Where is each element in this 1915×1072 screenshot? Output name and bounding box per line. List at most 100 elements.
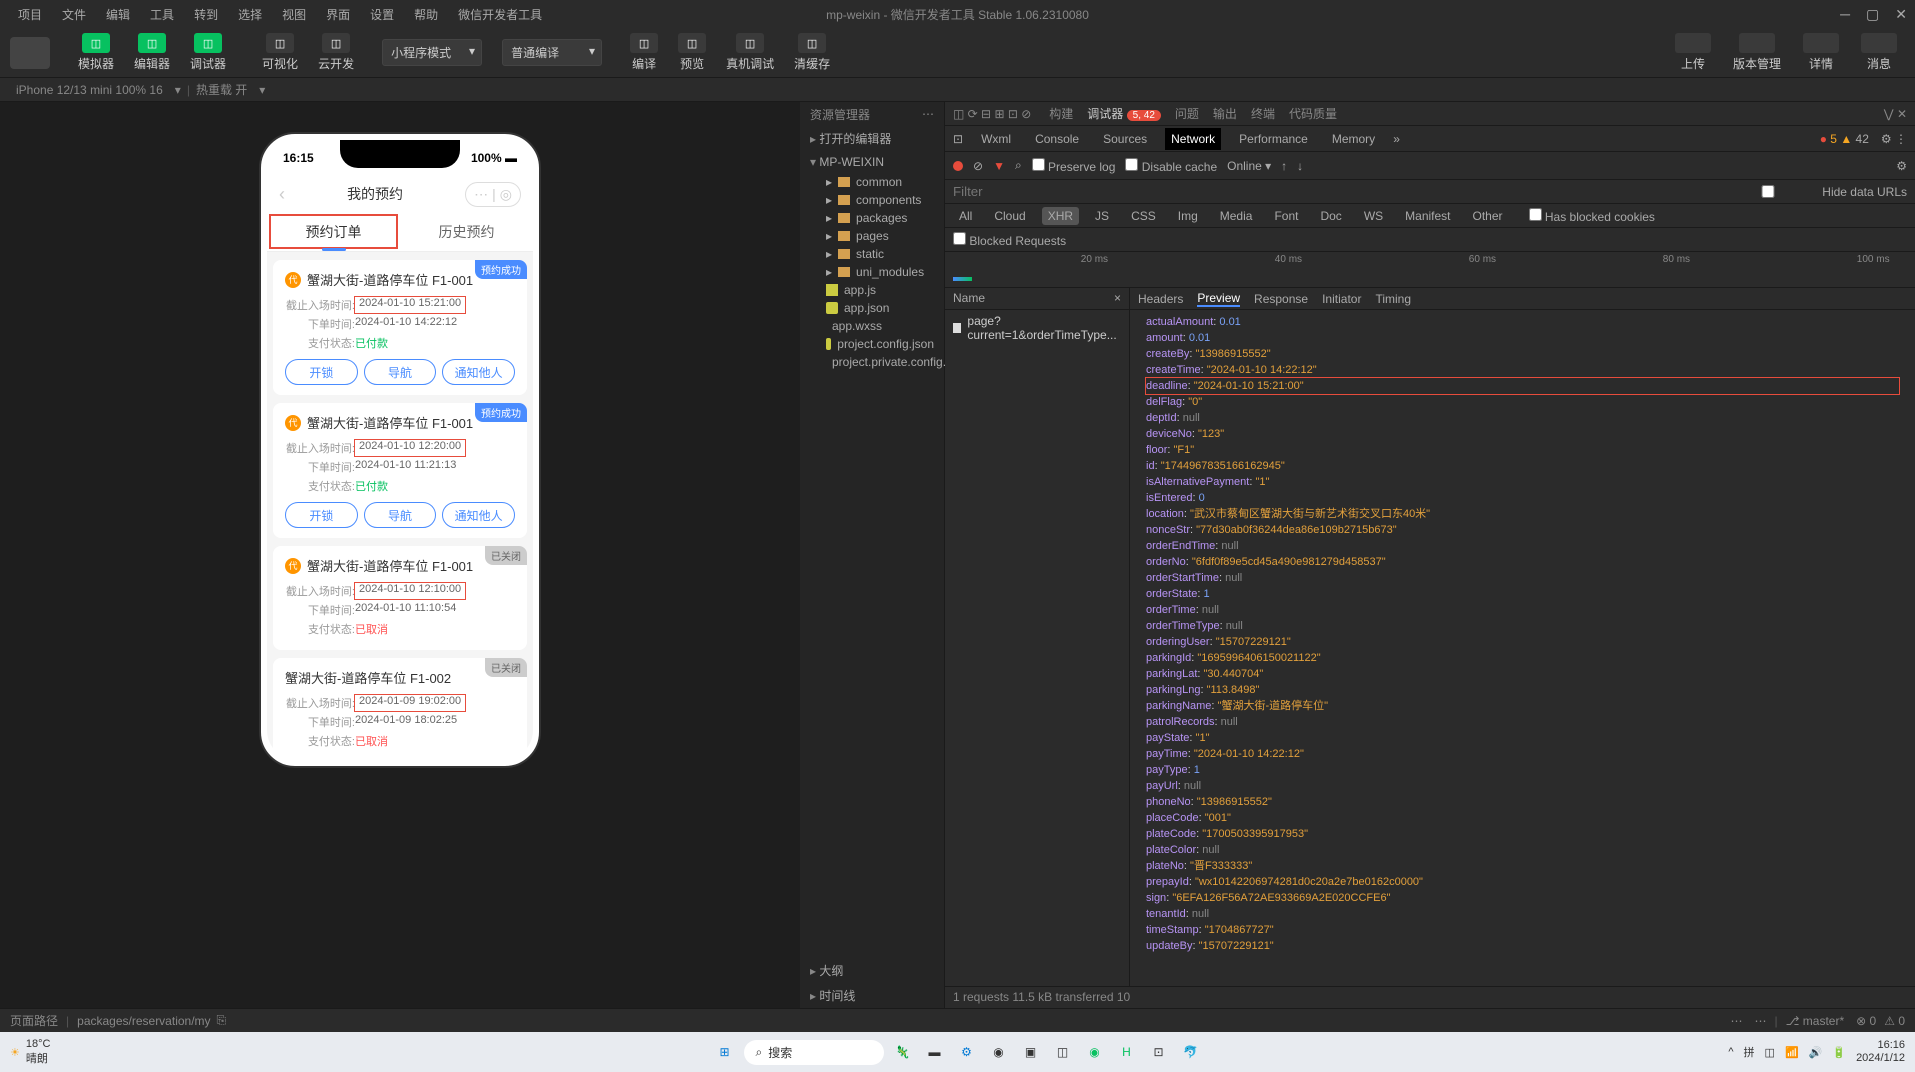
tool-button[interactable]: ◫真机调试	[718, 30, 782, 75]
taskbar-app-4[interactable]: ▣	[1018, 1039, 1044, 1065]
folder-node[interactable]: ▸ components	[806, 191, 944, 209]
tool-button[interactable]: ◫编辑器	[126, 30, 178, 75]
network-timeline[interactable]: 20 ms40 ms60 ms80 ms100 ms	[945, 252, 1915, 288]
menu-item[interactable]: 选择	[228, 2, 272, 27]
taskbar-app-1[interactable]: 🦎	[890, 1039, 916, 1065]
tool-button[interactable]: ◫云开发	[310, 30, 362, 75]
filter-icon[interactable]: ▼	[993, 159, 1005, 173]
json-field[interactable]: actualAmount: 0.01	[1146, 314, 1899, 330]
detail-tab[interactable]: Response	[1254, 292, 1308, 306]
json-field[interactable]: plateCode: "1700503395917953"	[1146, 826, 1899, 842]
json-field[interactable]: parkingId: "1695996406150021122"	[1146, 650, 1899, 666]
filter-type[interactable]: Img	[1172, 207, 1204, 225]
json-field[interactable]: tenantId: null	[1146, 906, 1899, 922]
close-detail-icon[interactable]: ×	[1114, 291, 1121, 306]
file-node[interactable]: app.json	[806, 299, 944, 317]
online-dropdown[interactable]: Online ▾	[1227, 159, 1271, 173]
detail-tab[interactable]: Timing	[1375, 292, 1411, 306]
json-field[interactable]: phoneNo: "13986915552"	[1146, 794, 1899, 810]
json-field[interactable]: isEntered: 0	[1146, 490, 1899, 506]
folder-node[interactable]: ▸ common	[806, 173, 944, 191]
folder-node[interactable]: ▸ uni_modules	[806, 263, 944, 281]
folder-node[interactable]: ▸ pages	[806, 227, 944, 245]
error-count[interactable]: ⊗ 0	[1856, 1014, 1876, 1028]
filter-type[interactable]: Cloud	[988, 207, 1031, 225]
mode-dropdown[interactable]: 小程序模式	[382, 39, 482, 66]
issue-badges[interactable]: ● 5 ▲ 42	[1820, 132, 1869, 146]
json-field[interactable]: deptId: null	[1146, 410, 1899, 426]
menu-item[interactable]: 视图	[272, 2, 316, 27]
menu-item[interactable]: 文件	[52, 2, 96, 27]
tray-icon-1[interactable]: ◫	[1765, 1046, 1775, 1059]
json-field[interactable]: plateNo: "晋F333333"	[1146, 858, 1899, 874]
clear-icon[interactable]: ⊘	[973, 159, 983, 173]
warning-count[interactable]: ⚠ 0	[1884, 1014, 1905, 1028]
taskbar-search[interactable]: ⌕ 搜索	[744, 1040, 884, 1065]
tray-lang[interactable]: 拼	[1744, 1044, 1755, 1060]
json-field[interactable]: deadline: "2024-01-10 15:21:00"	[1146, 378, 1899, 394]
taskbar-app-3[interactable]: ⚙	[954, 1039, 980, 1065]
has-blocked-checkbox[interactable]: Has blocked cookies	[1529, 208, 1655, 224]
tool-button[interactable]: ◫调试器	[182, 30, 234, 75]
json-field[interactable]: orderNo: "6fdf0f89e5cd45a490e981279d4585…	[1146, 554, 1899, 570]
file-node[interactable]: project.private.config.js...	[806, 353, 944, 371]
tool-button[interactable]: ◫模拟器	[70, 30, 122, 75]
download-icon[interactable]: ↓	[1297, 159, 1303, 173]
capsule-menu[interactable]: ⋯|◎	[465, 182, 521, 207]
json-field[interactable]: payType: 1	[1146, 762, 1899, 778]
devtools-top-tab[interactable]: 代码质量	[1289, 105, 1337, 122]
json-field[interactable]: orderTimeType: null	[1146, 618, 1899, 634]
avatar[interactable]	[10, 37, 50, 69]
json-field[interactable]: id: "1744967835166162945"	[1146, 458, 1899, 474]
devtools-inner-tab[interactable]: Sources	[1097, 128, 1153, 150]
filter-type[interactable]: Manifest	[1399, 207, 1456, 225]
tray-battery[interactable]: 🔋	[1832, 1046, 1846, 1059]
right-button[interactable]: 详情	[1795, 30, 1847, 75]
record-icon[interactable]	[953, 161, 963, 171]
order-action-button[interactable]: 导航	[364, 502, 437, 528]
menu-item[interactable]: 项目	[8, 2, 52, 27]
menu-item[interactable]: 微信开发者工具	[448, 2, 552, 27]
tray-wifi[interactable]: 📶	[1785, 1046, 1799, 1059]
devtools-inner-tab[interactable]: Memory	[1326, 128, 1381, 150]
json-field[interactable]: parkingLat: "30.440704"	[1146, 666, 1899, 682]
compile-dropdown[interactable]: 普通编译	[502, 39, 602, 66]
devtools-inner-tab[interactable]: Network	[1165, 128, 1221, 150]
opened-editors-section[interactable]: 打开的编辑器	[800, 126, 944, 151]
menu-item[interactable]: 界面	[316, 2, 360, 27]
tray-volume[interactable]: 🔊	[1809, 1046, 1823, 1059]
json-field[interactable]: updateBy: "15707229121"	[1146, 938, 1899, 954]
preserve-log-checkbox[interactable]: Preserve log	[1032, 158, 1116, 174]
json-field[interactable]: payUrl: null	[1146, 778, 1899, 794]
json-field[interactable]: deviceNo: "123"	[1146, 426, 1899, 442]
menu-item[interactable]: 设置	[360, 2, 404, 27]
close-icon[interactable]: ✕	[1895, 6, 1907, 23]
three-dots-icon[interactable]: ⋯	[1731, 1014, 1743, 1028]
upload-icon[interactable]: ↑	[1281, 159, 1287, 173]
devtools-icon-bar[interactable]: ◫ ⟳ ⊟ ⊞ ⊡ ⊘	[953, 107, 1031, 121]
order-action-button[interactable]: 导航	[364, 359, 437, 385]
menu-item[interactable]: 工具	[140, 2, 184, 27]
json-field[interactable]: sign: "6EFA126F56A72AE933669A2E020CCFE6"	[1146, 890, 1899, 906]
menu-item[interactable]: 编辑	[96, 2, 140, 27]
hotreload-toggle[interactable]: 热重载 开	[190, 81, 253, 98]
weather-widget[interactable]: ☀ 18°C晴朗	[10, 1038, 50, 1066]
network-request[interactable]: page?current=1&orderTimeType...	[945, 310, 1129, 346]
tool-button[interactable]: ◫清缓存	[786, 30, 838, 75]
json-field[interactable]: plateColor: null	[1146, 842, 1899, 858]
phone-tab[interactable]: 历史预约	[400, 212, 533, 251]
right-button[interactable]: 消息	[1853, 30, 1905, 75]
json-field[interactable]: payState: "1"	[1146, 730, 1899, 746]
disable-cache-checkbox[interactable]: Disable cache	[1125, 158, 1217, 174]
json-field[interactable]: location: "武汉市蔡甸区蟹湖大街与新艺术街交叉口东40米"	[1146, 506, 1899, 522]
json-field[interactable]: orderEndTime: null	[1146, 538, 1899, 554]
order-action-button[interactable]: 通知他人	[442, 502, 515, 528]
json-field[interactable]: orderStartTime: null	[1146, 570, 1899, 586]
menu-item[interactable]: 帮助	[404, 2, 448, 27]
json-field[interactable]: createTime: "2024-01-10 14:22:12"	[1146, 362, 1899, 378]
devtools-inner-tab[interactable]: Wxml	[975, 128, 1017, 150]
filter-type[interactable]: Doc	[1314, 207, 1347, 225]
inspect-icon[interactable]: ⊡	[953, 132, 963, 146]
json-field[interactable]: floor: "F1"	[1146, 442, 1899, 458]
json-field[interactable]: orderTime: null	[1146, 602, 1899, 618]
